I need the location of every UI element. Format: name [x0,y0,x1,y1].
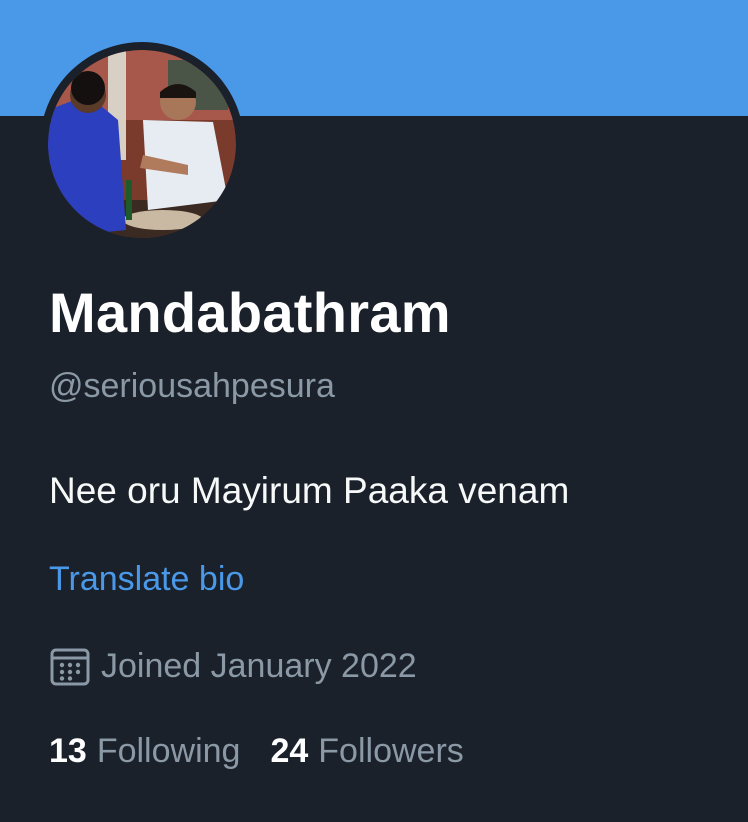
followers-count: 24 [270,732,309,770]
followers-label: Followers [318,732,464,770]
joined-text: Joined January 2022 [101,646,417,685]
following-label: Following [96,732,241,770]
following-count: 13 [49,732,87,770]
profile-bio: Nee oru Mayirum Paaka venam [49,470,570,511]
joined-date: Joined January 2022 [49,646,417,686]
followers-link[interactable]: 24 Followers [270,732,463,771]
calendar-icon [50,648,90,686]
username-handle: @seriousahpesura [49,367,335,405]
avatar-photo [48,50,236,238]
translate-bio-link[interactable]: Translate bio [49,560,244,599]
profile-avatar[interactable] [40,42,244,246]
display-name: Mandabathram [49,281,451,344]
following-link[interactable]: 13 Following [49,732,240,771]
follow-stats: 13 Following 24 Followers [49,732,494,771]
